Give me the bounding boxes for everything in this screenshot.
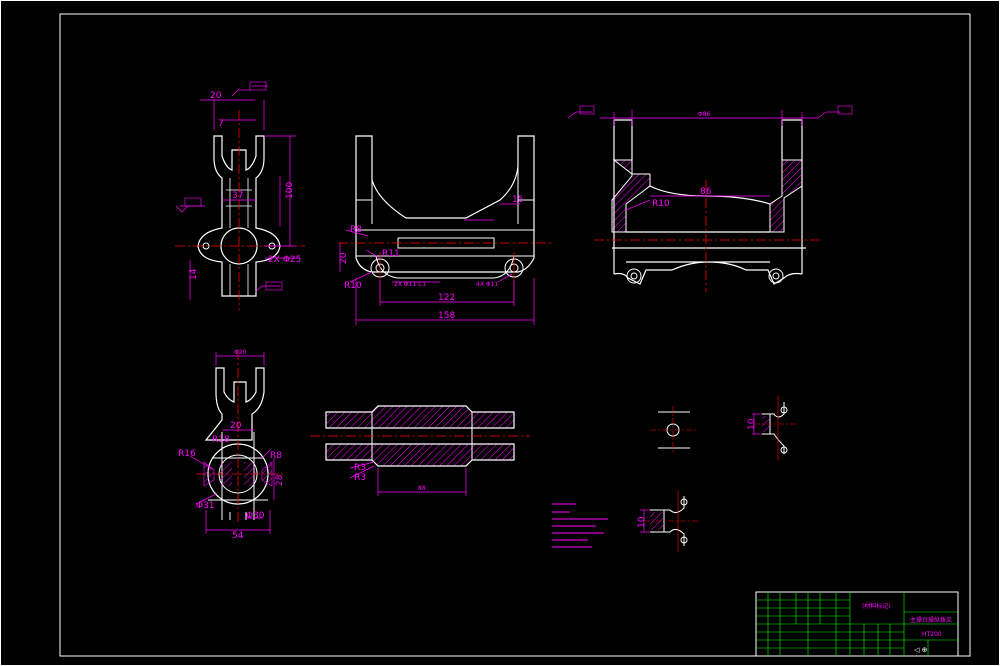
dim-front-20: 20 [339,252,349,264]
dim-front-r8: R8 [350,225,362,235]
title-material: HT200 [922,631,942,638]
dim-top-hole-spec: 2X Φ25 [268,255,301,265]
dim-detail-10b: 10 [637,516,647,528]
dim-side-20: 20 [230,421,242,431]
dim-front-r10: R10 [344,281,362,291]
dim-top-100: 100 [285,182,295,199]
technical-notes [552,503,608,548]
dim-side-28: 28 [275,474,285,486]
dim-side-d31: Φ31 [196,501,215,511]
dim-top-14: 14 [189,268,199,280]
section-hatch-left [611,159,651,233]
view-bar-section: R3 R3 88 [310,405,530,496]
svg-text:2X Φ11 C1: 2X Φ11 C1 [394,281,426,288]
dim-front-122: 122 [438,293,455,303]
svg-text:88: 88 [418,485,426,492]
dim-front-158: 158 [438,311,455,321]
dim-side-r16: R16 [178,449,196,459]
svg-text:Φ86: Φ86 [698,111,711,118]
dim-bar-r3a: R3 [354,463,366,473]
svg-text:Φ20: Φ20 [234,349,247,356]
dim-side-d30: Φ30 [246,511,265,521]
dim-section-86: 86 [700,187,712,197]
view-side: Φ20 20 R18 R16 R8 28 Φ31 Φ30 54 [178,349,285,541]
dim-top-7: 7 [218,119,224,129]
dim-top-37: 37 [232,191,243,201]
view-section: Φ86 R10 86 [567,105,853,292]
dim-side-54: 54 [232,531,244,541]
dim-bar-r3b: R3 [354,473,366,483]
view-top-left: 20 7 100 37 2X Φ25 14 [175,81,305,310]
view-details: 10 10 [637,396,796,552]
svg-text:(材料标记): (材料标记) [862,602,891,610]
title-part-name: 主操台操纵拨叉 [910,616,952,624]
outer-frame [0,0,1000,666]
dim-front-r11: R11 [382,249,400,259]
dim-detail-10a: 10 [747,418,757,430]
title-block: (材料标记) 主操台操纵拨叉 HT200 ◁ ⊕ [755,591,959,657]
dim-side-r18: R18 [212,435,230,445]
view-front: R8 R11 20 R10 15 2X Φ11 C1 4X Φ11 122 15… [338,135,552,325]
svg-text:◁ ⊕: ◁ ⊕ [914,646,927,654]
dim-section-r10: R10 [652,199,670,209]
dim-front-15: 15 [512,195,523,205]
dim-side-r8: R8 [270,451,282,461]
cad-drawing: 20 7 100 37 2X Φ25 14 R8 R11 20 R10 15 2… [0,0,1000,666]
dim-top-20: 20 [210,91,222,101]
svg-text:4X Φ11: 4X Φ11 [476,281,498,288]
section-hatch-right [769,159,803,233]
inner-frame [59,13,971,657]
